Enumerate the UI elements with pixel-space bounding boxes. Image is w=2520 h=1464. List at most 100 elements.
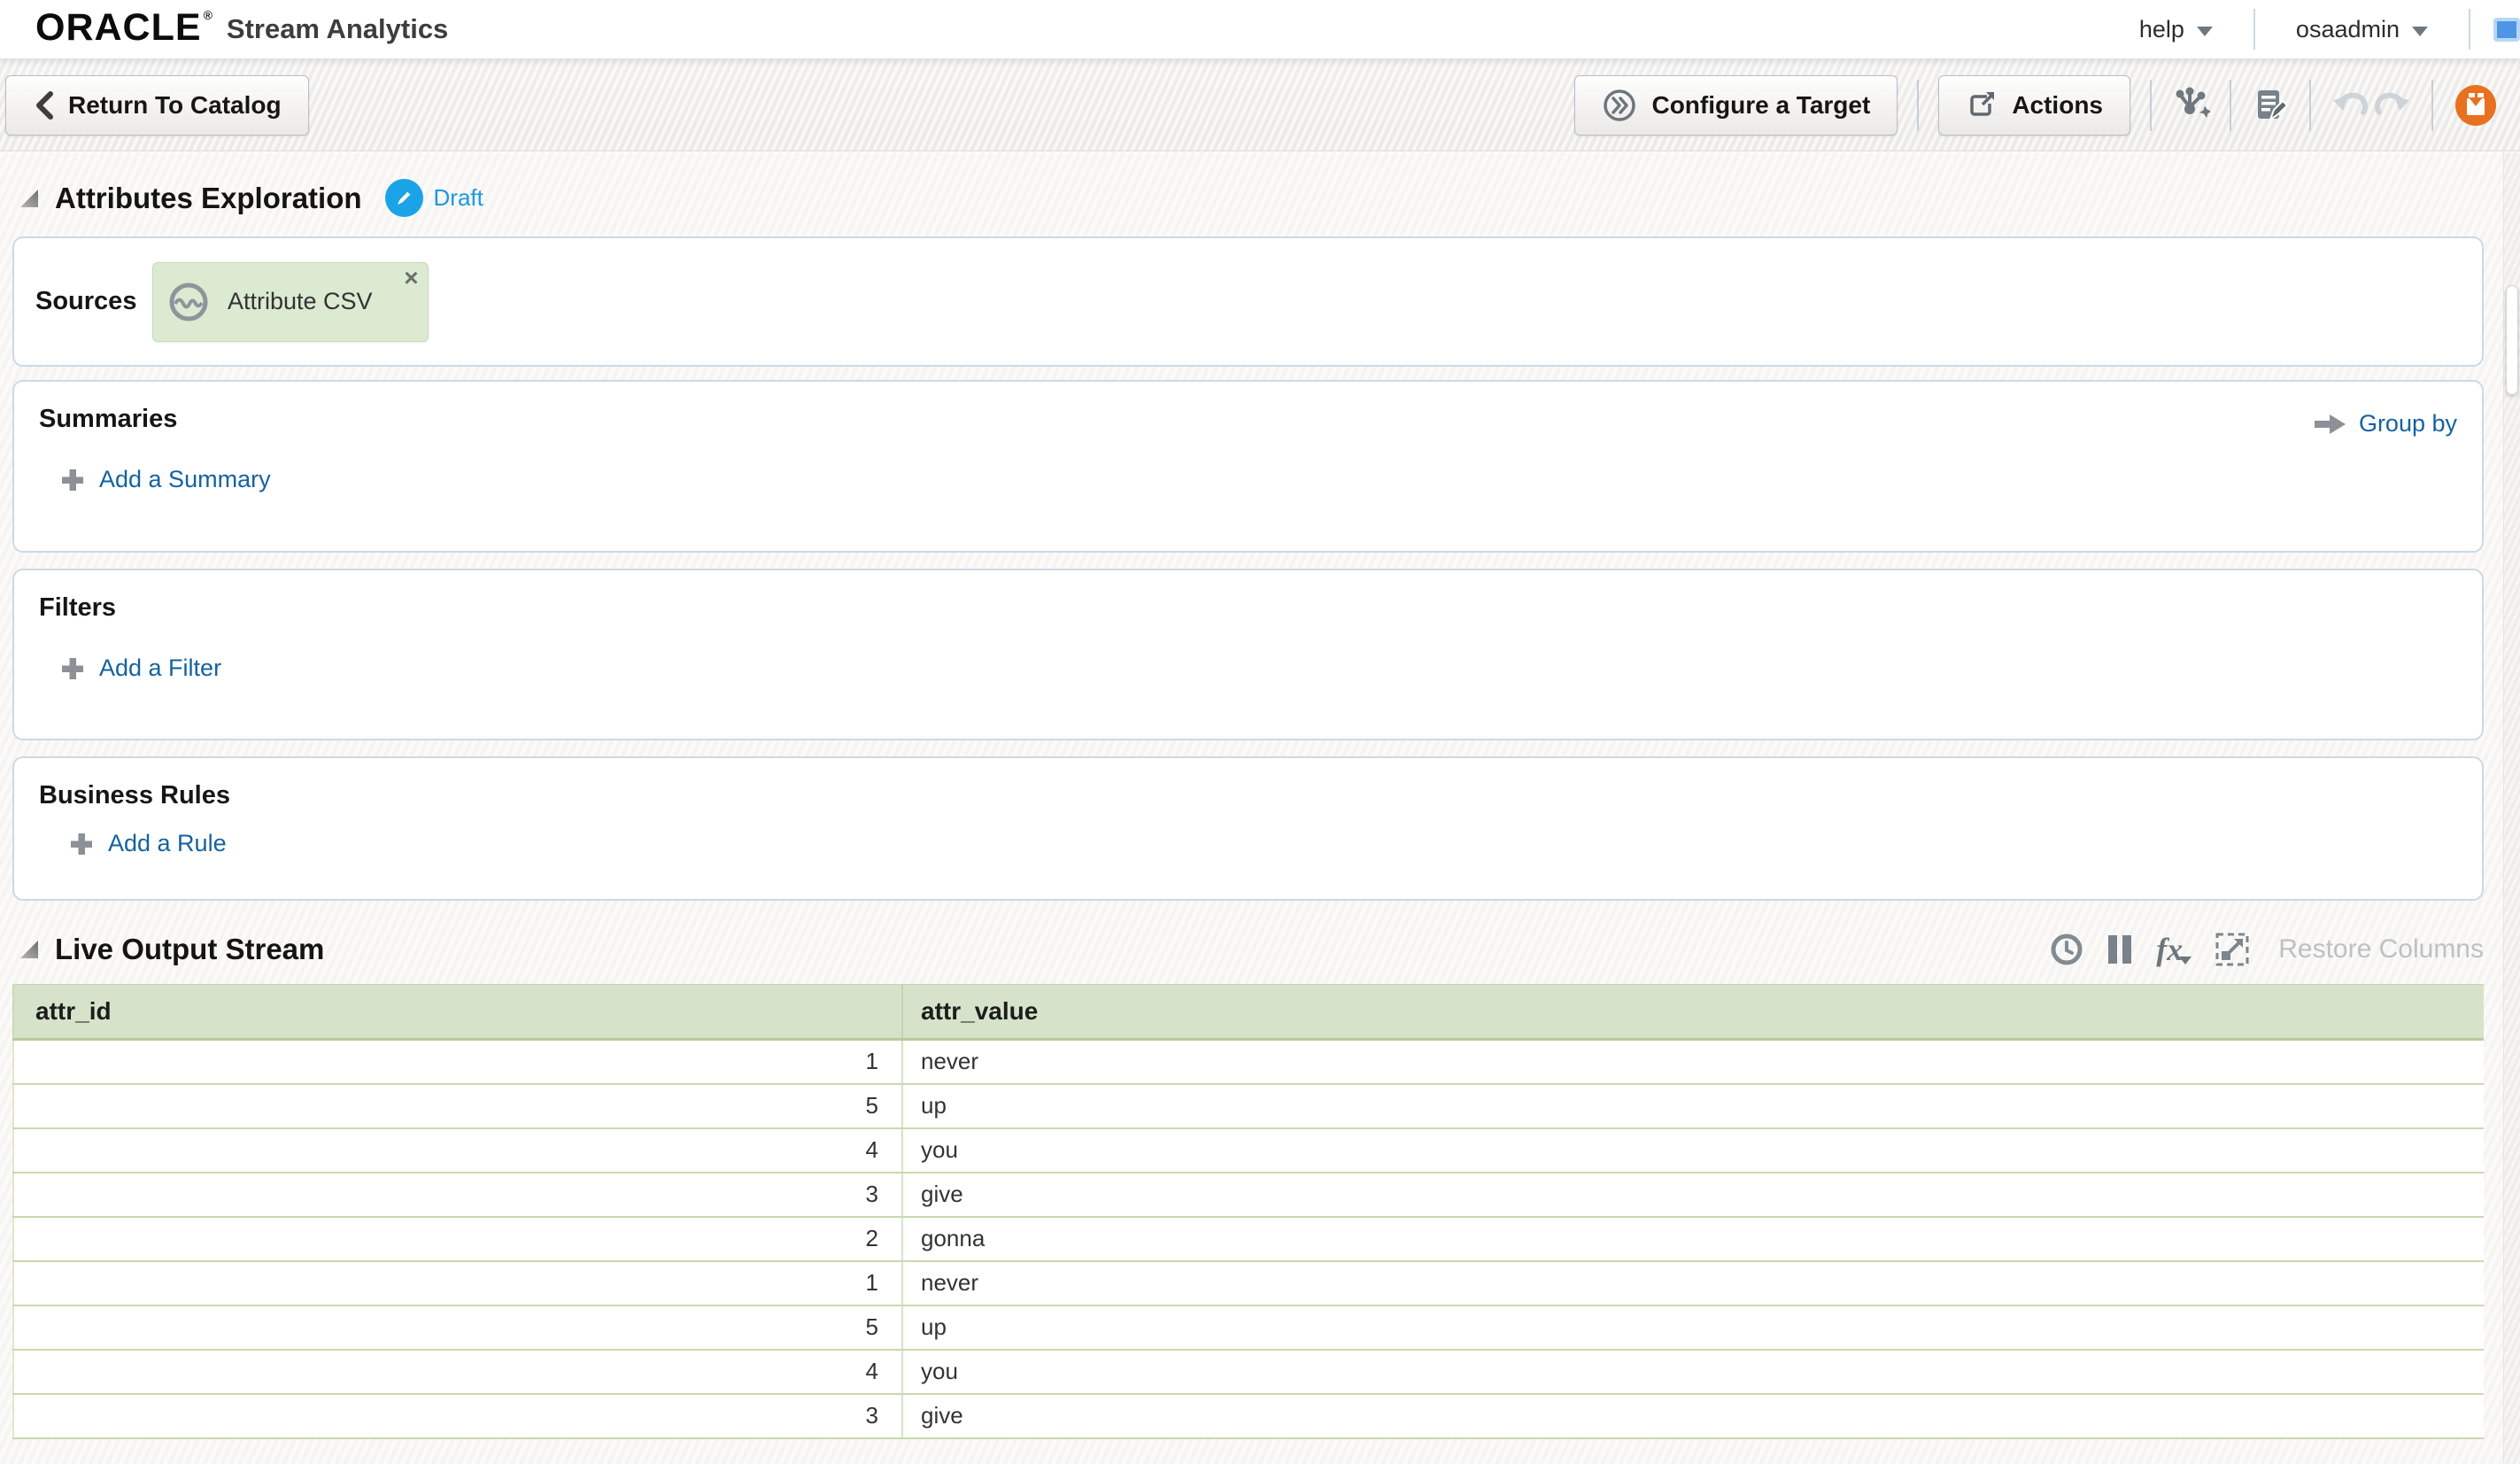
column-header-attr-value[interactable]: attr_value xyxy=(902,985,2484,1040)
product-title: Stream Analytics xyxy=(227,1,448,58)
clock-icon[interactable] xyxy=(2050,933,2083,966)
table-row: 5up xyxy=(13,1084,2484,1128)
export-actions-icon xyxy=(1966,89,1998,121)
collapse-triangle-icon[interactable] xyxy=(19,940,39,959)
attr-id-cell: 5 xyxy=(13,1305,902,1350)
actions-button[interactable]: Actions xyxy=(1938,75,2130,136)
source-chip-attribute-csv[interactable]: Attribute CSV × xyxy=(152,262,429,342)
collapse-triangle-icon[interactable] xyxy=(19,189,39,208)
attr-value-cell: up xyxy=(902,1305,2484,1350)
attr-value-cell: you xyxy=(902,1350,2484,1394)
chevron-down-icon xyxy=(2197,27,2213,36)
add-summary-link[interactable]: Add a Summary xyxy=(60,466,2457,493)
sources-label: Sources xyxy=(35,287,152,316)
column-header-attr-id[interactable]: attr_id xyxy=(13,985,902,1040)
plus-icon xyxy=(69,832,94,856)
help-menu-label: help xyxy=(2139,16,2184,43)
brand-logo: ORACLE ® Stream Analytics xyxy=(35,1,448,58)
add-rule-label: Add a Rule xyxy=(108,830,227,857)
topbar-menus: help osaadmin xyxy=(2099,0,2520,58)
close-icon[interactable]: × xyxy=(404,265,418,291)
group-by-link[interactable]: Group by xyxy=(2315,410,2457,438)
plus-icon xyxy=(60,656,85,681)
registered-mark: ® xyxy=(204,8,213,22)
add-filter-label: Add a Filter xyxy=(99,655,221,682)
attr-value-cell: give xyxy=(902,1394,2484,1438)
live-output-table-body: 1never5up4you3give2gonna1never5up4you3gi… xyxy=(13,1040,2484,1438)
attr-value-cell: gonna xyxy=(902,1217,2484,1261)
attr-value-cell: you xyxy=(902,1128,2484,1173)
table-row: 3give xyxy=(13,1173,2484,1217)
page-title: Attributes Exploration xyxy=(55,182,362,215)
status-badge: Draft xyxy=(434,184,483,212)
sources-panel: Sources Attribute CSV × xyxy=(12,236,2484,367)
brand-oracle-text: ORACLE xyxy=(35,1,202,54)
table-row: 4you xyxy=(13,1128,2484,1173)
live-output-title: Live Output Stream xyxy=(55,933,324,966)
assistant-icon[interactable] xyxy=(2454,84,2497,127)
scrollbar-thumb[interactable] xyxy=(2506,285,2518,395)
app-header: ORACLE ® Stream Analytics help osaadmin xyxy=(0,0,2520,59)
arrow-right-icon xyxy=(2315,413,2346,436)
toolbar-divider xyxy=(2309,80,2311,131)
attr-value-cell: up xyxy=(902,1084,2484,1128)
chevron-down-icon xyxy=(2412,27,2428,36)
live-output-table: attr_id attr_value 1never5up4you3give2go… xyxy=(12,984,2484,1439)
add-summary-label: Add a Summary xyxy=(99,466,271,493)
double-chevron-circle-icon xyxy=(1602,88,1637,123)
toolbar-right-group: Configure a Target Actions xyxy=(1574,75,2497,136)
restore-columns-button[interactable]: Restore Columns xyxy=(2278,934,2484,964)
table-row: 1never xyxy=(13,1040,2484,1084)
table-row: 2gonna xyxy=(13,1217,2484,1261)
table-row: 4you xyxy=(13,1350,2484,1394)
toolbar-divider xyxy=(2150,80,2152,131)
expand-table-icon[interactable] xyxy=(2215,932,2250,967)
table-row: 1never xyxy=(13,1261,2484,1305)
attr-value-cell: never xyxy=(902,1040,2484,1084)
notes-edit-icon[interactable] xyxy=(2251,86,2290,125)
toolbar-divider xyxy=(1917,80,1919,131)
add-filter-link[interactable]: Add a Filter xyxy=(60,655,2457,682)
return-to-catalog-button[interactable]: Return To Catalog xyxy=(5,75,309,136)
summaries-heading: Summaries xyxy=(39,405,2457,434)
summaries-panel: Summaries Add a Summary Group by xyxy=(12,380,2484,553)
attr-id-cell: 3 xyxy=(13,1394,902,1438)
attr-id-cell: 1 xyxy=(13,1040,902,1084)
exploration-title-row: Attributes Exploration Draft xyxy=(0,152,2520,236)
configure-target-button[interactable]: Configure a Target xyxy=(1574,75,1898,136)
attr-id-cell: 2 xyxy=(13,1217,902,1261)
live-output-title-row: Live Output Stream fx Restore Column xyxy=(0,901,2520,970)
attr-value-cell: never xyxy=(902,1261,2484,1305)
business-rules-heading: Business Rules xyxy=(39,781,2457,810)
plus-icon xyxy=(60,468,85,492)
attr-id-cell: 5 xyxy=(13,1084,902,1128)
pause-icon[interactable] xyxy=(2106,933,2133,965)
add-rule-link[interactable]: Add a Rule xyxy=(69,830,2457,857)
toolbar-divider xyxy=(2431,80,2433,131)
user-menu-label: osaadmin xyxy=(2296,16,2400,43)
actions-label: Actions xyxy=(2012,91,2103,120)
redo-icon[interactable] xyxy=(2371,88,2412,123)
user-menu[interactable]: osaadmin xyxy=(2255,0,2469,58)
fx-function-icon[interactable]: fx xyxy=(2156,933,2191,965)
page-content: Attributes Exploration Draft Sources Att… xyxy=(0,152,2520,1464)
draft-pencil-icon[interactable] xyxy=(385,179,423,217)
return-to-catalog-label: Return To Catalog xyxy=(68,91,282,120)
attr-id-cell: 4 xyxy=(13,1350,902,1394)
filters-panel: Filters Add a Filter xyxy=(12,569,2484,740)
vertical-scrollbar[interactable] xyxy=(2503,152,2520,1464)
wave-circle-icon xyxy=(167,281,210,323)
source-chip-label: Attribute CSV xyxy=(228,288,373,315)
app-switcher-icon[interactable] xyxy=(2493,18,2520,42)
live-output-controls: fx Restore Columns xyxy=(2050,932,2484,967)
help-menu[interactable]: help xyxy=(2099,0,2253,58)
table-row: 3give xyxy=(13,1394,2484,1438)
topology-icon[interactable] xyxy=(2171,86,2210,125)
attr-value-cell: give xyxy=(902,1173,2484,1217)
table-row: 5up xyxy=(13,1305,2484,1350)
attr-id-cell: 3 xyxy=(13,1173,902,1217)
toolbar-divider xyxy=(2230,80,2231,131)
attr-id-cell: 1 xyxy=(13,1261,902,1305)
attr-id-cell: 4 xyxy=(13,1128,902,1173)
undo-icon[interactable] xyxy=(2331,88,2371,123)
